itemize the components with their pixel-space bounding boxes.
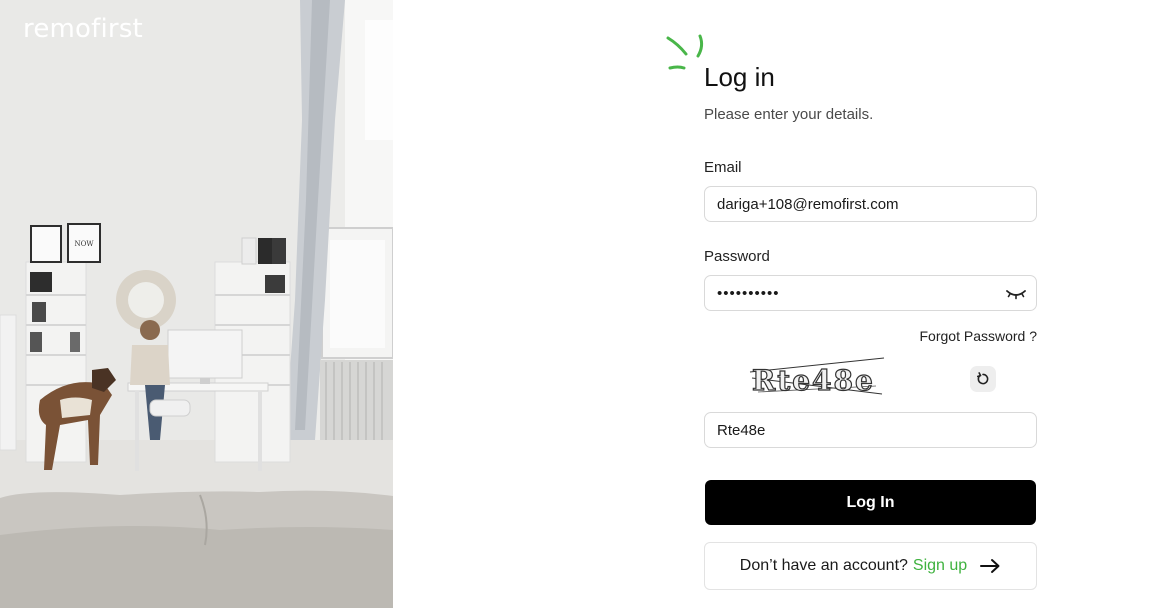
forgot-password-link[interactable]: Forgot Password ? — [920, 328, 1038, 344]
spark-icon — [666, 34, 704, 70]
poster-text: NOW — [74, 240, 94, 248]
signup-link[interactable]: Sign up — [913, 557, 967, 575]
eye-closed-icon[interactable] — [1004, 284, 1028, 302]
hero-photo: NOW remofirst — [0, 0, 393, 608]
arrow-right-icon[interactable] — [979, 558, 1001, 574]
captcha-input[interactable] — [704, 412, 1037, 448]
password-field[interactable] — [704, 275, 1037, 311]
page-subtitle: Please enter your details. — [704, 106, 874, 123]
refresh-icon — [977, 372, 989, 385]
signup-prompt: Don’t have an account? Sign up — [704, 542, 1037, 590]
refresh-captcha-button[interactable] — [970, 366, 996, 392]
office-scene-illustration: NOW — [0, 0, 393, 608]
brand-logo: remofirst — [23, 14, 143, 44]
page-title: Log in — [704, 62, 775, 92]
email-label: Email — [704, 159, 742, 176]
email-field[interactable] — [704, 186, 1037, 222]
login-button[interactable]: Log In — [705, 480, 1036, 525]
password-label: Password — [704, 248, 770, 265]
signup-prompt-text: Don’t have an account? — [739, 557, 908, 574]
captcha-text: Rte48e — [751, 363, 875, 397]
